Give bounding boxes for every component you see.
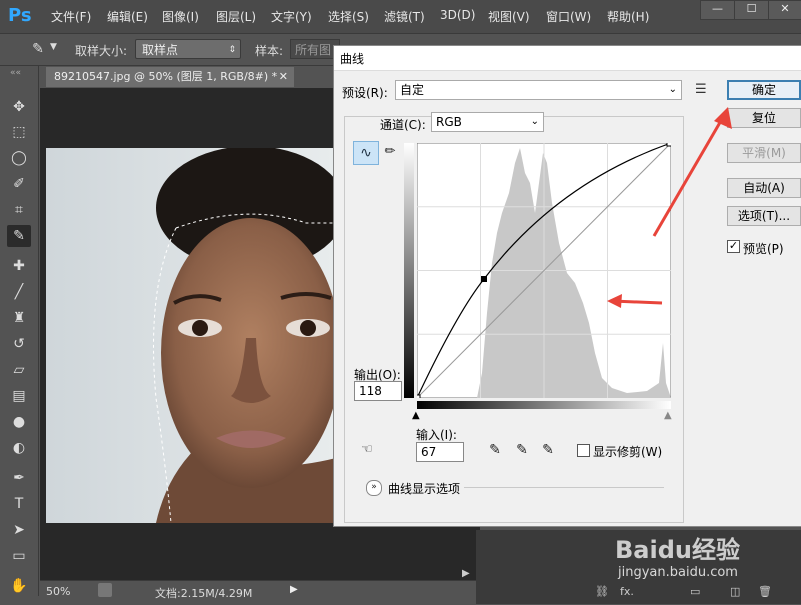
sample-size-select[interactable]: 取样点 ⇕ (135, 39, 241, 59)
maximize-icon[interactable]: ☐ (734, 0, 769, 20)
input-gradient-bar (417, 401, 671, 409)
link-layers-icon[interactable]: ⛓ (595, 585, 609, 598)
on-image-adjust-icon[interactable]: ☜ (356, 442, 378, 462)
fx-icon[interactable]: fx. (620, 585, 634, 598)
watermark-logo: Baidu经验 (615, 536, 740, 564)
preview-label: 预览(P) (743, 242, 784, 256)
document-tab[interactable]: 89210547.jpg @ 50% (图层 1, RGB/8#) * ✕ (46, 67, 294, 87)
pencil-tool-icon[interactable]: ✏ (381, 141, 399, 163)
preset-options-icon[interactable]: ☰ (695, 82, 707, 97)
chevron-down-icon: ⌄ (668, 84, 677, 95)
hand-tool-icon[interactable]: ✋ (7, 575, 31, 597)
input-field[interactable]: 67 (416, 442, 464, 462)
annotation-arrow (652, 107, 732, 237)
menu-file[interactable]: 文件(F) (51, 8, 91, 25)
delete-layer-icon[interactable]: 🗑 (758, 585, 772, 598)
tools-panel (0, 66, 39, 596)
zoom-level[interactable]: 50% (46, 585, 70, 598)
history-brush-tool-icon[interactable]: ↺ (7, 333, 31, 355)
gradient-tool-icon[interactable]: ▤ (7, 385, 31, 407)
menu-select[interactable]: 选择(S) (328, 8, 369, 25)
doc-info-icon[interactable] (98, 583, 112, 597)
blur-tool-icon[interactable]: ● (7, 411, 31, 433)
new-layer-icon[interactable]: ◫ (730, 585, 740, 598)
photoshop-logo: Ps (8, 5, 32, 26)
white-point-slider-icon[interactable]: ▲ (664, 410, 672, 421)
gray-point-eyedropper-icon[interactable]: ✎ (514, 442, 530, 460)
dodge-tool-icon[interactable]: ◐ (7, 437, 31, 459)
menu-image[interactable]: 图像(I) (162, 8, 199, 25)
move-tool-icon[interactable]: ✥ (7, 96, 31, 118)
lasso-tool-icon[interactable]: ◯ (7, 147, 31, 169)
expand-options-icon[interactable]: » (366, 480, 382, 496)
menu-filter[interactable]: 滤镜(T) (384, 8, 425, 25)
preset-label: 预设(R): (342, 86, 388, 100)
status-menu-arrow-icon[interactable]: ▶ (290, 584, 298, 595)
menu-help[interactable]: 帮助(H) (607, 8, 649, 25)
dialog-title: 曲线 (340, 52, 365, 66)
rectangle-tool-icon[interactable]: ▭ (7, 545, 31, 567)
photo-canvas[interactable] (46, 148, 336, 523)
new-group-icon[interactable]: ▭ (690, 585, 700, 598)
brush-tool-icon[interactable]: ╱ (7, 281, 31, 303)
curve-display-options-label[interactable]: 曲线显示选项 (388, 480, 460, 497)
output-gradient-bar (404, 143, 414, 398)
scroll-right-arrow-icon[interactable]: ▶ (462, 568, 470, 579)
tool-preset-chevron-icon[interactable]: ▼ (50, 42, 57, 52)
sample-label: 样本: (255, 44, 284, 58)
preset-select[interactable]: 自定 ⌄ (395, 80, 682, 100)
minimize-icon[interactable]: — (700, 0, 735, 20)
menu-type[interactable]: 文字(Y) (271, 8, 312, 25)
sample-size-value: 取样点 (142, 43, 179, 57)
clone-stamp-tool-icon[interactable]: ♜ (7, 307, 31, 329)
select-arrows-icon: ⇕ (228, 45, 236, 55)
menu-window[interactable]: 窗口(W) (546, 8, 591, 25)
show-clipping-checkbox[interactable] (577, 444, 590, 457)
preview-checkbox[interactable]: ✓ (727, 240, 740, 253)
output-field[interactable]: 118 (354, 381, 402, 401)
collapse-icon[interactable]: «« (10, 68, 21, 78)
crop-tool-icon[interactable]: ⌗ (7, 199, 31, 221)
curves-dialog: 曲线 预设(R): 自定 ⌄ ☰ 通道(C): RGB ⌄ ∿ ✏ ▲ ▲ 输出… (333, 45, 801, 527)
path-selection-tool-icon[interactable]: ➤ (7, 519, 31, 541)
white-point-eyedropper-icon[interactable]: ✎ (540, 442, 556, 460)
watermark-url: jingyan.baidu.com (618, 565, 738, 580)
quick-selection-tool-icon[interactable]: ✐ (7, 173, 31, 195)
menu-edit[interactable]: 编辑(E) (107, 8, 148, 25)
menu-3d[interactable]: 3D(D) (440, 8, 475, 22)
document-tab-title: 89210547.jpg @ 50% (图层 1, RGB/8#) * (54, 70, 278, 83)
close-icon[interactable]: ✕ (768, 0, 801, 20)
input-label: 输入(I): (416, 428, 457, 442)
eraser-tool-icon[interactable]: ▱ (7, 359, 31, 381)
curve-point-tool-icon[interactable]: ∿ (353, 141, 379, 165)
curves-graph[interactable] (414, 140, 673, 401)
menu-view[interactable]: 视图(V) (488, 8, 530, 25)
close-tab-icon[interactable]: ✕ (279, 67, 288, 87)
eyedropper-tool-icon[interactable]: ✎ (7, 225, 31, 247)
preset-value: 自定 (400, 83, 425, 97)
healing-brush-tool-icon[interactable]: ✚ (7, 255, 31, 277)
dialog-title-bar: 曲线 (334, 46, 801, 71)
menu-layer[interactable]: 图层(L) (216, 8, 256, 25)
type-tool-icon[interactable]: T (7, 493, 31, 515)
divider (464, 487, 664, 488)
show-clipping-label: 显示修剪(W) (593, 445, 663, 459)
black-point-eyedropper-icon[interactable]: ✎ (487, 442, 503, 460)
black-point-slider-icon[interactable]: ▲ (412, 410, 420, 421)
chevron-down-icon: ⌄ (530, 116, 539, 127)
document-info: 文档:2.15M/4.29M (155, 587, 253, 600)
channel-label: 通道(C): (380, 118, 426, 132)
sample-size-label: 取样大小: (75, 44, 128, 58)
pen-tool-icon[interactable]: ✒ (7, 467, 31, 489)
ok-button[interactable]: 确定 (727, 80, 801, 100)
channel-value: RGB (436, 115, 462, 129)
channel-select[interactable]: RGB ⌄ (431, 112, 544, 132)
marquee-tool-icon[interactable]: ⬚ (7, 121, 31, 143)
eyedropper-tool-icon[interactable]: ✎ (28, 38, 48, 60)
